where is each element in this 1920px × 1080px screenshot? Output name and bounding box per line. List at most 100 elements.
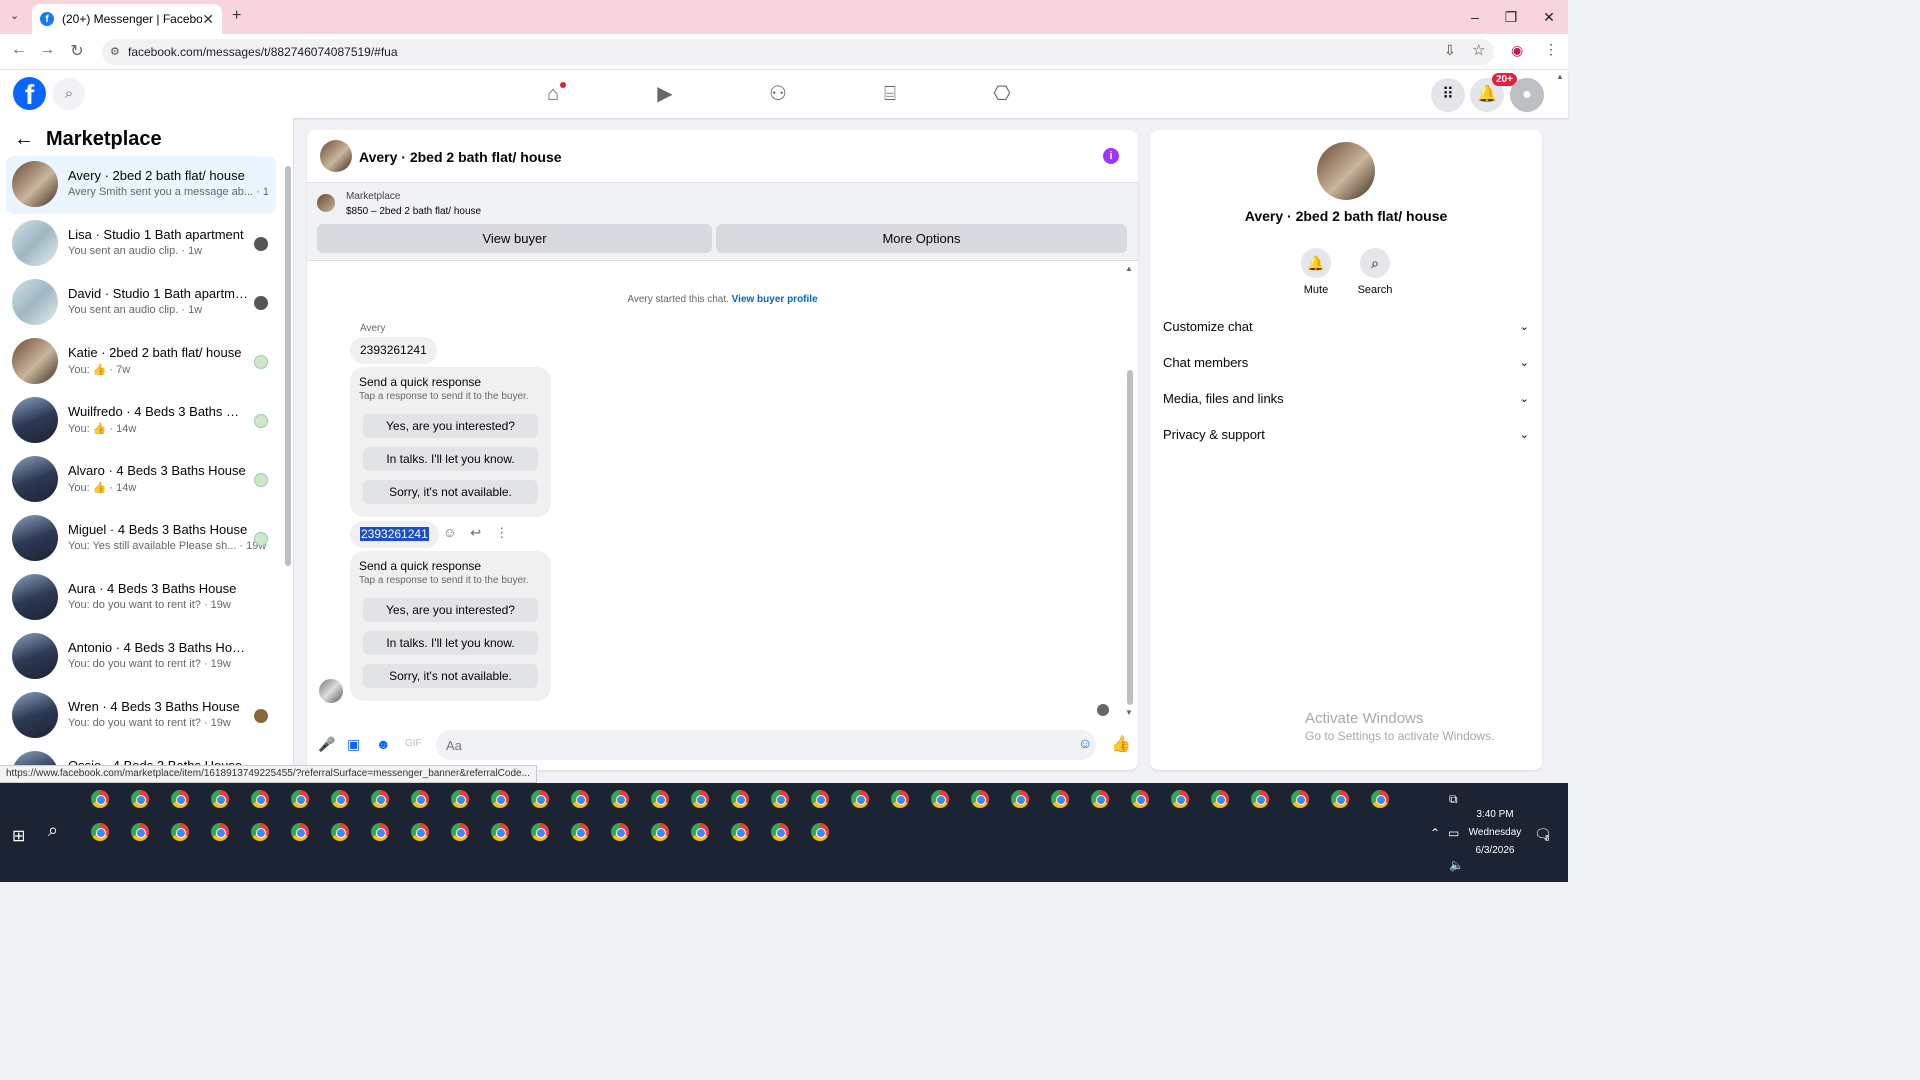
gif-icon[interactable]: GIF [405, 738, 422, 749]
message-bubble[interactable]: 2393261241 [350, 337, 437, 364]
taskbar-app-icon[interactable] [251, 790, 269, 808]
taskbar-app-icon[interactable] [651, 790, 669, 808]
taskbar-app-icon[interactable] [131, 823, 149, 841]
media-files-links-row[interactable]: Media, files and links ⌄ [1163, 381, 1529, 417]
taskbar-app-icon[interactable] [611, 823, 629, 841]
quick-reply-option[interactable]: Yes, are you interested? [363, 414, 538, 438]
chat-avatar[interactable] [320, 140, 352, 172]
taskbar-app-icon[interactable] [571, 823, 589, 841]
friends-icon[interactable]: ⚇ [764, 80, 792, 108]
taskbar-app-icon[interactable] [851, 790, 869, 808]
facebook-logo-icon[interactable]: f [13, 77, 46, 110]
react-emoji-icon[interactable]: ☺ [443, 525, 456, 541]
taskbar-app-icon[interactable] [931, 790, 949, 808]
forward-icon[interactable]: → [36, 41, 58, 59]
browser-tab[interactable]: f (20+) Messenger | Facebook ✕ [32, 4, 222, 34]
taskbar-app-icon[interactable] [211, 790, 229, 808]
conversation-item[interactable]: Lisa · Studio 1 Bath apartment You sent a… [6, 215, 276, 273]
conversation-item[interactable]: Miguel · 4 Beds 3 Baths House You: Yes st… [6, 510, 276, 568]
quick-reply-option[interactable]: Yes, are you interested? [363, 598, 538, 622]
chat-scrollbar[interactable] [1127, 370, 1133, 705]
sender-avatar[interactable] [319, 679, 343, 703]
close-tab-icon[interactable]: ✕ [202, 11, 214, 28]
conversation-item[interactable]: David · Studio 1 Bath apartment You sent … [6, 274, 276, 332]
like-thumb-icon[interactable]: 👍 [1111, 734, 1131, 754]
taskbar-app-icon[interactable] [691, 823, 709, 841]
profile-icon[interactable]: ◉ [1511, 42, 1523, 59]
back-icon[interactable]: ← [8, 41, 30, 59]
taskbar-app-icon[interactable] [531, 823, 549, 841]
restore-window-icon[interactable]: ❐ [1496, 6, 1526, 28]
taskbar-app-icon[interactable] [811, 790, 829, 808]
taskbar-app-icon[interactable] [291, 790, 309, 808]
conversation-item[interactable]: Katie · 2bed 2 bath flat/ house You: 👍 · … [6, 333, 276, 391]
taskbar-app-icon[interactable] [611, 790, 629, 808]
taskbar-app-icon[interactable] [1051, 790, 1069, 808]
taskbar-app-icon[interactable] [1171, 790, 1189, 808]
quick-reply-option[interactable]: Sorry, it's not available. [363, 480, 538, 504]
account-avatar[interactable]: ● [1510, 78, 1544, 112]
taskbar-app-icon[interactable] [251, 823, 269, 841]
scroll-down-icon[interactable]: ▼ [1125, 708, 1133, 717]
privacy-support-row[interactable]: Privacy & support ⌄ [1163, 417, 1529, 453]
tab-search-icon[interactable]: ⌄ [10, 9, 19, 22]
taskbar-app-icon[interactable] [291, 823, 309, 841]
taskbar-app-icon[interactable] [331, 790, 349, 808]
customize-chat-row[interactable]: Customize chat ⌄ [1163, 309, 1529, 345]
back-arrow-icon[interactable]: ← [14, 128, 34, 151]
sticker-icon[interactable]: ☻ [376, 736, 391, 752]
conversation-item[interactable]: Alvaro · 4 Beds 3 Baths House You: 👍 · 14… [6, 451, 276, 509]
taskbar-app-icon[interactable] [651, 823, 669, 841]
taskbar-app-icon[interactable] [1371, 790, 1389, 808]
taskbar-app-icon[interactable] [371, 790, 389, 808]
view-buyer-button[interactable]: View buyer [317, 224, 712, 253]
bookmark-star-icon[interactable]: ☆ [1472, 41, 1485, 59]
taskbar-app-icon[interactable] [771, 823, 789, 841]
taskbar-app-icon[interactable] [1011, 790, 1029, 808]
install-app-icon[interactable]: ⇩ [1444, 42, 1456, 59]
gaming-icon[interactable]: ⎔ [988, 80, 1016, 108]
tray-chevron-icon[interactable]: ⌃ [1430, 826, 1440, 840]
taskbar-app-icon[interactable] [491, 823, 509, 841]
photo-icon[interactable]: ▣ [347, 736, 360, 753]
taskbar-app-icon[interactable] [211, 823, 229, 841]
selected-message-text[interactable]: 2393261241 [360, 527, 429, 541]
taskbar-app-icon[interactable] [1251, 790, 1269, 808]
taskbar-search-icon[interactable]: ⌕ [48, 820, 58, 841]
taskbar-app-icon[interactable] [131, 790, 149, 808]
video-icon[interactable]: ▶ [651, 80, 679, 108]
taskbar-app-icon[interactable] [91, 823, 109, 841]
message-input[interactable] [436, 730, 1096, 760]
search-button[interactable]: ⌕ Search [1345, 248, 1405, 296]
taskbar-app-icon[interactable] [811, 823, 829, 841]
taskbar-app-icon[interactable] [451, 823, 469, 841]
taskbar-app-icon[interactable] [571, 790, 589, 808]
search-icon[interactable]: ⌕ [53, 78, 85, 110]
taskbar-app-icon[interactable] [411, 823, 429, 841]
taskbar-app-icon[interactable] [1131, 790, 1149, 808]
taskbar-app-icon[interactable] [451, 790, 469, 808]
taskbar-app-icon[interactable] [731, 790, 749, 808]
mute-button[interactable]: 🔔 Mute [1286, 248, 1346, 296]
taskbar-app-icon[interactable] [731, 823, 749, 841]
taskbar-app-icon[interactable] [971, 790, 989, 808]
reload-icon[interactable]: ↻ [66, 41, 88, 61]
quick-reply-option[interactable]: In talks. I'll let you know. [363, 447, 538, 471]
taskbar-app-icon[interactable] [1291, 790, 1309, 808]
address-bar[interactable]: ⚙ facebook.com/messages/t/88274607408751… [102, 39, 1494, 65]
page-scroll-up-icon[interactable]: ▲ [1556, 72, 1564, 81]
taskbar-app-icon[interactable] [891, 790, 909, 808]
microphone-icon[interactable]: 🎤 [318, 736, 335, 753]
taskbar-app-icon[interactable] [1211, 790, 1229, 808]
chat-title[interactable]: Avery · 2bed 2 bath flat/ house [359, 149, 562, 165]
emoji-icon[interactable]: ☺ [1078, 735, 1092, 751]
taskbar-app-icon[interactable] [1091, 790, 1109, 808]
conversation-item[interactable]: Avery · 2bed 2 bath flat/ house Avery Smi… [6, 156, 276, 214]
taskbar-app-icon[interactable] [691, 790, 709, 808]
browser-menu-icon[interactable]: ⋮ [1544, 41, 1558, 58]
conversation-item[interactable]: Wren · 4 Beds 3 Baths House You: do you w… [6, 687, 276, 745]
taskbar-app-icon[interactable] [171, 790, 189, 808]
more-options-button[interactable]: More Options [716, 224, 1127, 253]
volume-icon[interactable]: 🔈 [1449, 858, 1464, 872]
taskbar-app-icon[interactable] [371, 823, 389, 841]
